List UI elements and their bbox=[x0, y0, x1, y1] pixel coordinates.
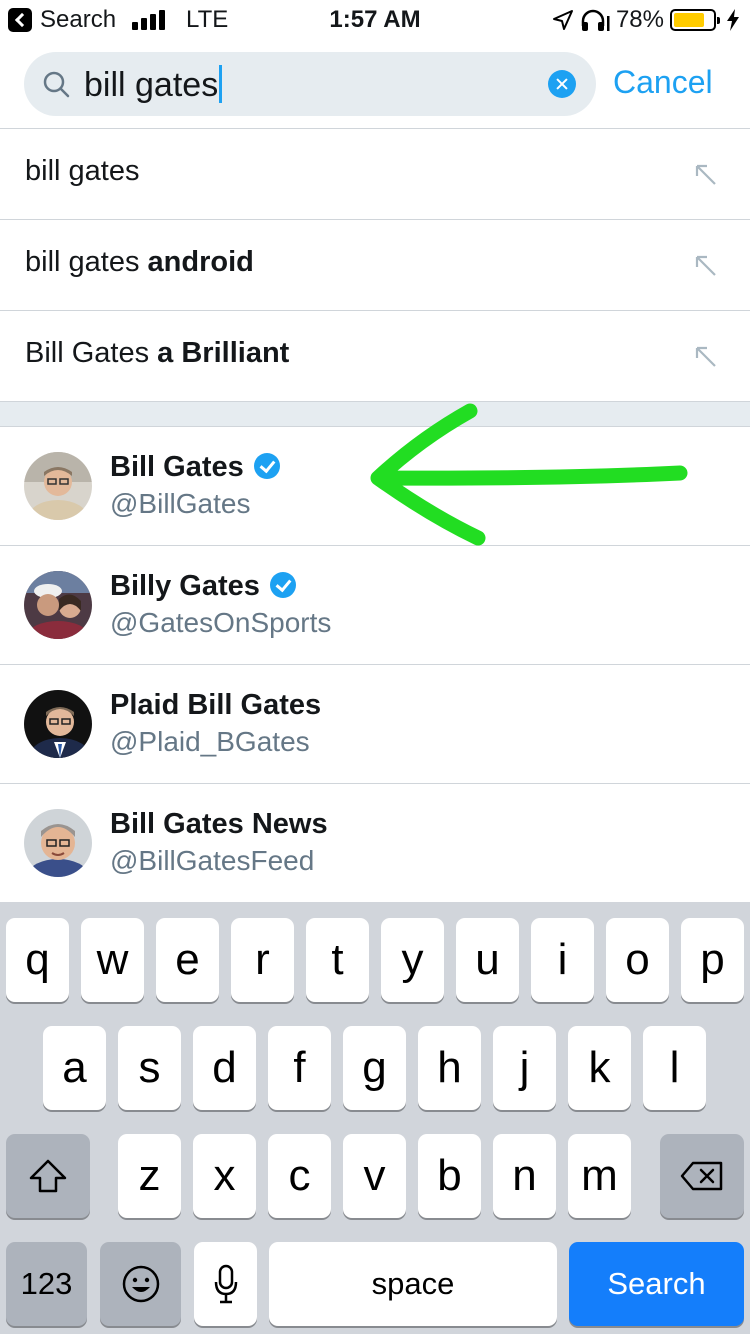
key-b[interactable]: b bbox=[418, 1134, 481, 1218]
search-icon bbox=[43, 71, 70, 98]
suggestion-item[interactable]: bill gates android bbox=[0, 220, 750, 310]
key-m[interactable]: m bbox=[568, 1134, 631, 1218]
key-y[interactable]: y bbox=[381, 918, 444, 1002]
key-p[interactable]: p bbox=[681, 918, 744, 1002]
key-u[interactable]: u bbox=[456, 918, 519, 1002]
key-a[interactable]: a bbox=[43, 1026, 106, 1110]
emoji-icon bbox=[122, 1265, 159, 1303]
key-i[interactable]: i bbox=[531, 918, 594, 1002]
user-result-row[interactable]: Billy Gates @GatesOnSports bbox=[0, 546, 750, 664]
suggestion-text: bill gates android bbox=[25, 246, 254, 278]
search-input[interactable]: bill gates bbox=[24, 52, 596, 116]
clear-search-icon[interactable] bbox=[548, 70, 576, 98]
user-handle: @BillGatesFeed bbox=[110, 845, 315, 876]
backspace-key[interactable] bbox=[660, 1134, 744, 1218]
status-bar: Search LTE 1:57 AM 78% bbox=[0, 0, 750, 40]
numbers-key[interactable]: 123 bbox=[6, 1242, 87, 1326]
battery-percent: 78% bbox=[615, 6, 664, 33]
key-n[interactable]: n bbox=[493, 1134, 556, 1218]
charging-bolt-icon bbox=[727, 9, 739, 31]
user-name: Bill Gates bbox=[110, 451, 280, 484]
shift-key[interactable] bbox=[6, 1134, 90, 1218]
key-j[interactable]: j bbox=[493, 1026, 556, 1110]
fill-query-arrow-icon[interactable] bbox=[694, 345, 718, 369]
text-cursor bbox=[219, 65, 223, 103]
key-w[interactable]: w bbox=[81, 918, 144, 1002]
shift-icon bbox=[29, 1159, 67, 1193]
key-g[interactable]: g bbox=[343, 1026, 406, 1110]
user-handle: @Plaid_BGates bbox=[110, 726, 310, 757]
suggestion-text: Bill Gates a Brilliant bbox=[25, 337, 290, 369]
emoji-key[interactable] bbox=[100, 1242, 181, 1326]
key-e[interactable]: e bbox=[156, 918, 219, 1002]
space-key[interactable]: space bbox=[269, 1242, 557, 1326]
verified-badge-icon bbox=[269, 572, 296, 598]
annotation-arrow-icon bbox=[370, 403, 688, 546]
user-result-row[interactable]: Bill Gates News @BillGatesFeed bbox=[0, 784, 750, 902]
key-t[interactable]: t bbox=[306, 918, 369, 1002]
dictation-key[interactable] bbox=[194, 1242, 257, 1326]
key-q[interactable]: q bbox=[6, 918, 69, 1002]
microphone-icon bbox=[214, 1264, 237, 1304]
verified-badge-icon bbox=[253, 453, 280, 479]
suggestion-item[interactable]: Bill Gates a Brilliant bbox=[0, 311, 750, 401]
backspace-icon bbox=[680, 1161, 723, 1191]
headphones-icon bbox=[581, 9, 610, 31]
avatar bbox=[24, 452, 92, 520]
user-handle: @GatesOnSports bbox=[110, 607, 332, 638]
key-c[interactable]: c bbox=[268, 1134, 331, 1218]
user-result-row[interactable]: Plaid Bill Gates @Plaid_BGates bbox=[0, 665, 750, 783]
suggestion-item[interactable]: bill gates bbox=[0, 129, 750, 219]
avatar bbox=[24, 571, 92, 639]
key-l[interactable]: l bbox=[643, 1026, 706, 1110]
key-z[interactable]: z bbox=[118, 1134, 181, 1218]
key-d[interactable]: d bbox=[193, 1026, 256, 1110]
battery-icon bbox=[670, 9, 720, 31]
user-name: Billy Gates bbox=[110, 570, 296, 603]
search-return-key[interactable]: Search bbox=[569, 1242, 744, 1326]
user-handle: @BillGates bbox=[110, 488, 251, 519]
key-x[interactable]: x bbox=[193, 1134, 256, 1218]
key-s[interactable]: s bbox=[118, 1026, 181, 1110]
keyboard: q w e r t y u i o p a s d f g h j k l z … bbox=[0, 902, 750, 1334]
key-k[interactable]: k bbox=[568, 1026, 631, 1110]
avatar bbox=[24, 690, 92, 758]
cancel-button[interactable]: Cancel bbox=[613, 64, 713, 101]
search-query[interactable]: bill gates bbox=[84, 65, 223, 105]
key-v[interactable]: v bbox=[343, 1134, 406, 1218]
user-name: Bill Gates News bbox=[110, 808, 328, 840]
user-name: Plaid Bill Gates bbox=[110, 689, 322, 721]
avatar bbox=[24, 809, 92, 877]
key-h[interactable]: h bbox=[418, 1026, 481, 1110]
key-f[interactable]: f bbox=[268, 1026, 331, 1110]
location-arrow-icon bbox=[552, 10, 573, 30]
suggestion-text: bill gates bbox=[25, 155, 140, 187]
key-r[interactable]: r bbox=[231, 918, 294, 1002]
key-o[interactable]: o bbox=[606, 918, 669, 1002]
fill-query-arrow-icon[interactable] bbox=[694, 163, 718, 187]
fill-query-arrow-icon[interactable] bbox=[694, 254, 718, 278]
